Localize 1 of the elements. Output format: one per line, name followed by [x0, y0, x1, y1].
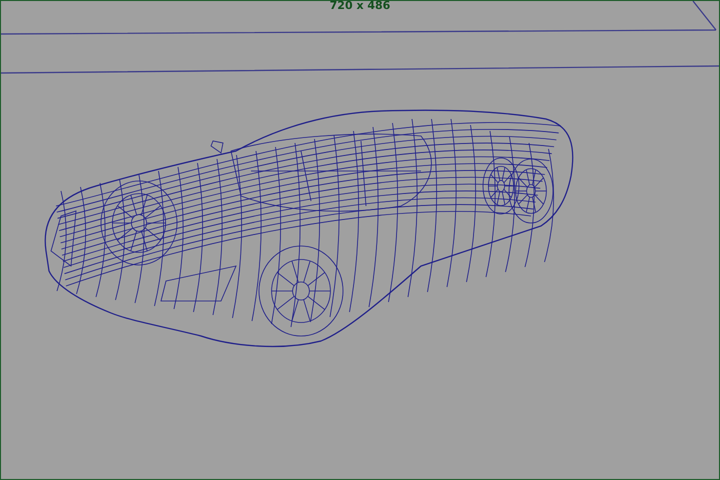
resolution-label: 720 x 486: [330, 1, 390, 12]
